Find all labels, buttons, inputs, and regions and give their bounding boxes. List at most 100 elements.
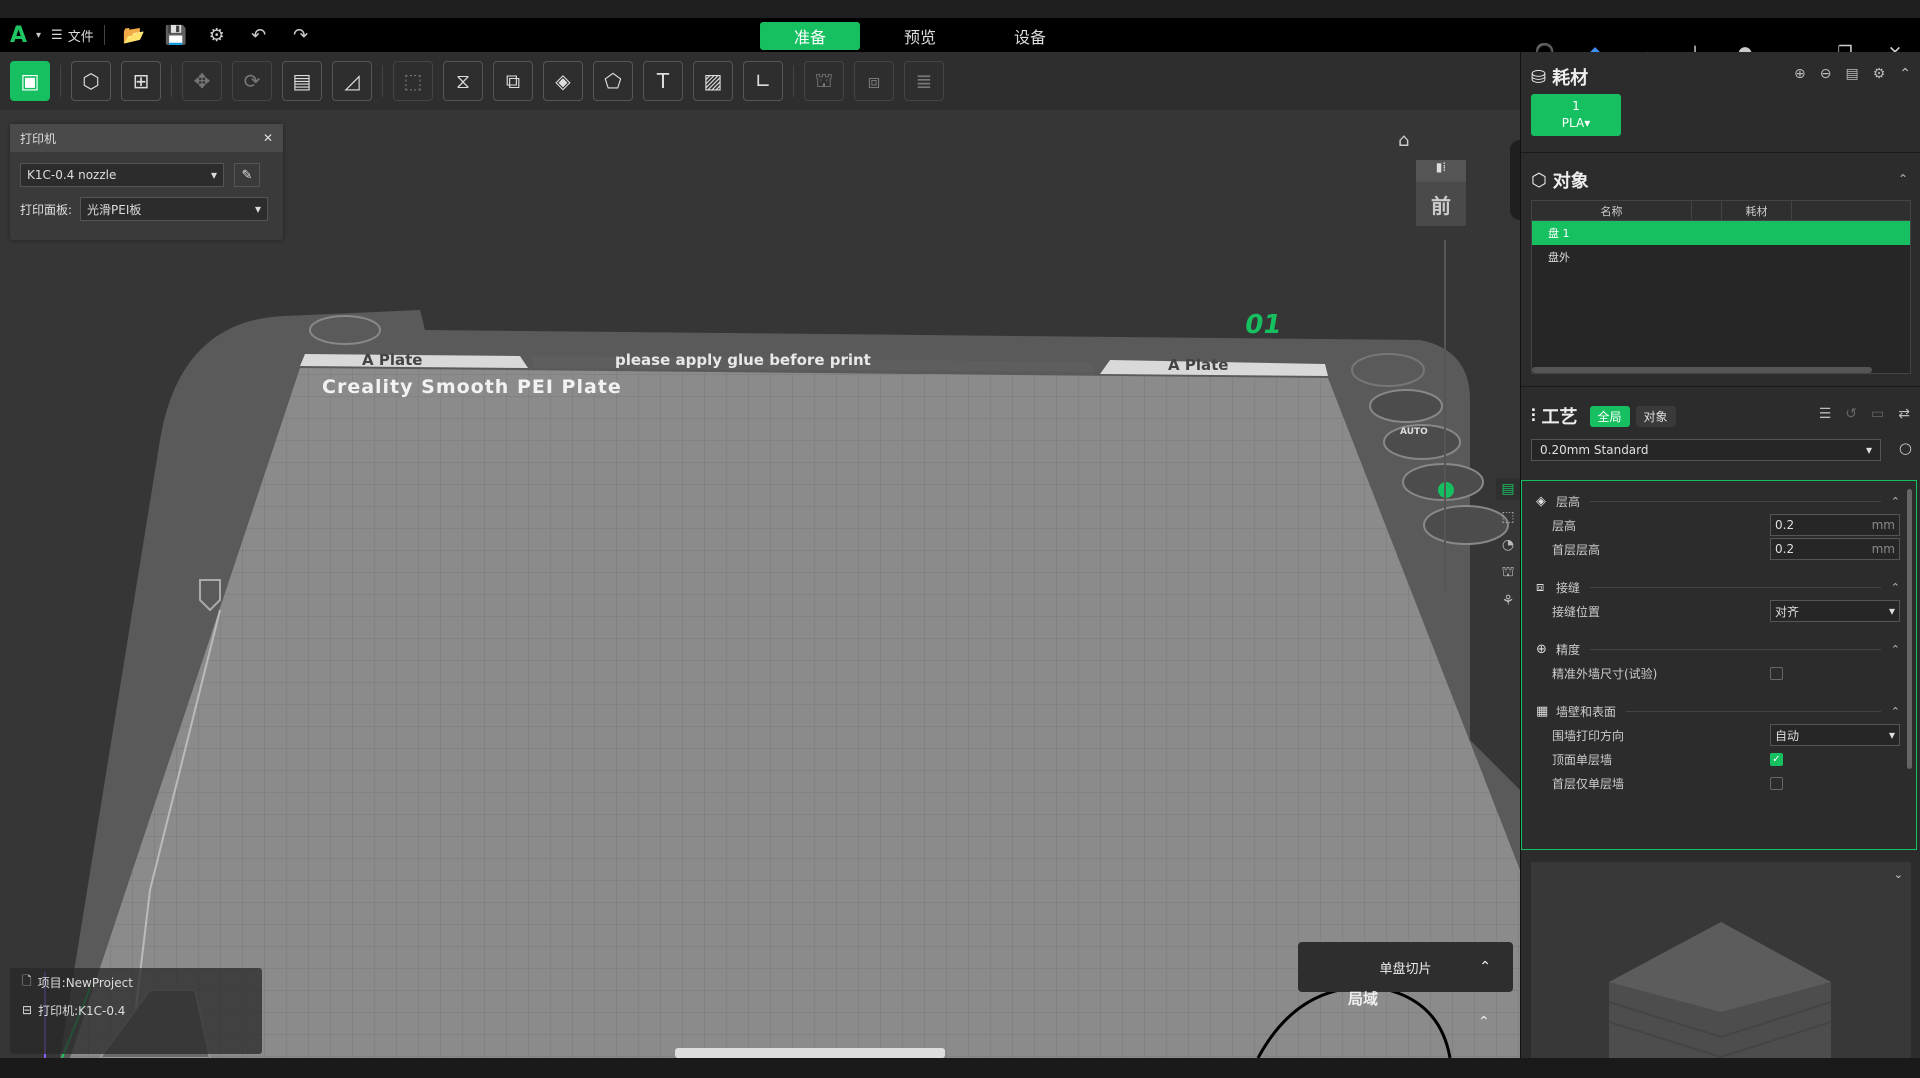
home-icon[interactable]: ⌂	[1398, 130, 1409, 151]
expand-icon[interactable]: ⌄	[1894, 868, 1903, 881]
column-extra	[1792, 201, 1910, 220]
copy-icon[interactable]: ⧉	[493, 61, 533, 101]
search-icon[interactable]: ○	[1899, 439, 1912, 457]
chevron-down-icon[interactable]: ▾	[36, 30, 41, 41]
chevron-up-icon[interactable]: ⌃	[1891, 581, 1900, 594]
process-preset-select[interactable]: 0.20mm Standard ▾	[1531, 439, 1881, 461]
tab-preview[interactable]: 预览	[870, 22, 970, 50]
viewport-right-handle[interactable]	[1510, 140, 1520, 220]
seam-paint-icon[interactable]: ⧈	[854, 61, 894, 101]
tab-prepare[interactable]: 准备	[760, 22, 860, 50]
column-name[interactable]: 名称	[1532, 201, 1692, 220]
top-single-wall-checkbox[interactable]: ✓	[1770, 752, 1783, 766]
first-single-wall-checkbox[interactable]	[1770, 776, 1783, 790]
app-logo[interactable]: A	[10, 23, 32, 48]
chevron-down-icon: ▾	[1865, 443, 1872, 457]
collapse-icon[interactable]: ⌃	[1899, 66, 1911, 82]
tab-object[interactable]: 对象	[1635, 405, 1676, 427]
add-circle-icon[interactable]: ⊕	[1794, 66, 1806, 82]
plate-view-icon[interactable]: ▣	[10, 61, 50, 101]
lay-on-face-icon[interactable]: ◿	[332, 61, 372, 101]
group-precision[interactable]: ⊕ 精度 ⌃	[1522, 637, 1916, 661]
others-tab-icon[interactable]: ⚘	[1496, 590, 1520, 612]
seam-position-select[interactable]: 对齐 ▾	[1770, 600, 1900, 622]
support-paint-icon[interactable]: ⛫	[804, 61, 844, 101]
reset-icon[interactable]: ↺	[1845, 406, 1857, 422]
chevron-up-icon[interactable]: ⌃	[1891, 495, 1900, 508]
view-cube[interactable]: ▮⁞ 前	[1416, 160, 1466, 226]
mirror-icon[interactable]: ⧖	[443, 61, 483, 101]
column-filament[interactable]: 耗材	[1722, 201, 1792, 220]
filament-slot-button[interactable]: 1 PLA▾	[1531, 94, 1621, 136]
option-label: 围墙打印方向	[1552, 728, 1625, 743]
plate-label-left-text: A Plate	[362, 351, 423, 369]
object-row[interactable]: 盘外	[1532, 245, 1910, 269]
quality-tab-icon[interactable]: ▤	[1496, 478, 1520, 500]
arrange-icon[interactable]: ▤	[282, 61, 322, 101]
chevron-up-icon[interactable]: ⌃	[1891, 705, 1900, 718]
gear-icon[interactable]: ⚙	[1873, 66, 1886, 82]
undo-icon[interactable]: ↶	[249, 25, 269, 46]
precise-wall-checkbox[interactable]	[1770, 666, 1783, 680]
measure-icon[interactable]: ∟	[743, 61, 783, 101]
object-row[interactable]: 盘 1	[1532, 221, 1910, 245]
open-folder-icon[interactable]: 📂	[123, 25, 145, 46]
filament-section: ⛁ 耗材 ⊕ ⊖ ▤ ⚙ ⌃ 1 PLA▾	[1521, 52, 1920, 148]
view-cube-top-icon[interactable]: ▮⁞	[1416, 160, 1466, 182]
scale-icon[interactable]: ⬚	[393, 61, 433, 101]
group-layer-height[interactable]: ◈ 层高 ⌃	[1522, 489, 1916, 513]
move-icon[interactable]: ✥	[182, 61, 222, 101]
edit-list-icon[interactable]: ▤	[1845, 66, 1858, 82]
3d-viewport[interactable]: 01 A Plate please apply glue before prin…	[0, 110, 1520, 1058]
project-file-icon: 🗋	[22, 973, 32, 988]
vertical-scrollbar[interactable]	[1907, 489, 1912, 769]
plate-label-center-text: please apply glue before print	[615, 351, 871, 369]
cut-icon[interactable]: ▨	[693, 61, 733, 101]
collapse-icon[interactable]: ⌃	[1898, 172, 1908, 186]
save-preset-icon[interactable]: ▭	[1871, 406, 1884, 422]
save-icon[interactable]: 💾	[165, 25, 187, 46]
process-settings-list: ◈ 层高 ⌃ 层高 0.2 mm 首层层高 0.2 mm ⧈ 接缝 ⌃ 接缝位置 对齐 ▾ ⊕ 精度 ⌃…	[1521, 480, 1917, 850]
text-icon[interactable]: T	[643, 61, 683, 101]
plate-number: 01	[1242, 310, 1284, 340]
toolbar-divider	[382, 65, 383, 97]
printer-select[interactable]: K1C-0.4 nozzle ▾	[20, 163, 224, 187]
wall-direction-select[interactable]: 自动 ▾	[1770, 724, 1900, 746]
chevron-up-icon[interactable]: ⌃	[1891, 643, 1900, 656]
plate-name-text: Creality Smooth PEI Plate	[322, 376, 622, 398]
plate-type-select[interactable]: 光滑PEI板 ▾	[80, 197, 268, 221]
layers-icon[interactable]: ◈	[543, 61, 583, 101]
tab-global[interactable]: 全局	[1589, 405, 1630, 427]
horizontal-scrollbar[interactable]	[1532, 367, 1872, 373]
main-tabs: 准备 预览 设备	[760, 22, 1090, 50]
support-tab-icon[interactable]: ⛫	[1496, 562, 1520, 584]
chevron-up-icon[interactable]: ⌃	[1478, 1014, 1490, 1030]
tab-device[interactable]: 设备	[980, 22, 1080, 50]
add-plate-icon[interactable]: ⊞	[121, 61, 161, 101]
gear-icon[interactable]: ⚙	[207, 25, 227, 46]
add-model-icon[interactable]: ⬡	[71, 61, 111, 101]
redo-icon[interactable]: ↷	[291, 25, 311, 46]
list-view-icon[interactable]: ☰	[1819, 406, 1832, 422]
rotate-icon[interactable]: ⟳	[232, 61, 272, 101]
group-seam[interactable]: ⧈ 接缝 ⌃	[1522, 575, 1916, 599]
compare-icon[interactable]: ⇄	[1898, 406, 1910, 422]
view-front-label[interactable]: 前	[1416, 182, 1466, 226]
hollow-icon[interactable]: ⬠	[593, 61, 633, 101]
slice-plate-button[interactable]: 单盘切片 ⌃	[1298, 942, 1513, 992]
close-icon[interactable]: ✕	[263, 131, 273, 145]
group-walls[interactable]: ▦ 墙壁和表面 ⌃	[1522, 699, 1916, 723]
first-layer-height-field[interactable]: 0.2 mm	[1770, 538, 1900, 560]
chevron-up-icon[interactable]: ⌃	[1479, 959, 1491, 975]
edit-printer-button[interactable]: ✎	[234, 163, 260, 187]
file-menu[interactable]: ☰ 文件	[47, 25, 105, 45]
remove-circle-icon[interactable]: ⊖	[1820, 66, 1832, 82]
printer-panel: 打印机 ✕ K1C-0.4 nozzle ▾ ✎ 打印面板: 光滑PEI板 ▾	[10, 124, 283, 240]
strength-tab-icon[interactable]: ⬚	[1496, 506, 1520, 528]
model-preview: ⌄	[1531, 862, 1911, 1059]
toolbar-divider	[171, 65, 172, 97]
list-icon[interactable]: ≣	[904, 61, 944, 101]
speed-tab-icon[interactable]: ◔	[1496, 534, 1520, 556]
group-divider	[1590, 500, 1881, 502]
layer-height-field[interactable]: 0.2 mm	[1770, 514, 1900, 536]
